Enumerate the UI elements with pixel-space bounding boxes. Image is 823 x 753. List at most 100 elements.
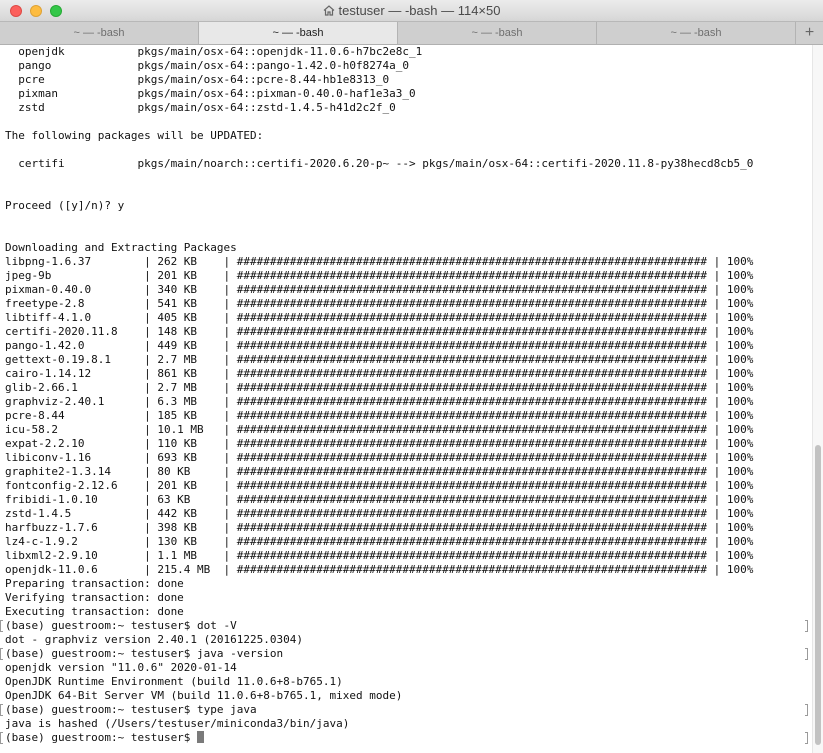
terminal-line-text: openjdk version "11.0.6" 2020-01-14 xyxy=(5,661,237,674)
terminal-line-text: The following packages will be UPDATED: xyxy=(5,129,264,142)
terminal-line-text: harfbuzz-1.7.6 | 398 KB | ##############… xyxy=(5,521,754,534)
terminal-line: pcre pkgs/main/osx-64::pcre-8.44-hb1e831… xyxy=(5,73,812,87)
terminal-line-text: graphite2-1.3.14 | 80 KB | #############… xyxy=(5,465,754,478)
text-cursor xyxy=(197,731,205,743)
terminal-line: graphviz-2.40.1 | 6.3 MB | #############… xyxy=(5,395,812,409)
prompt-mark-end xyxy=(805,648,808,660)
terminal-line-text: certifi pkgs/main/noarch::certifi-2020.6… xyxy=(5,157,754,170)
terminal-line-text: Proceed ([y]/n)? y xyxy=(5,199,125,212)
terminal-line: pixman-0.40.0 | 340 KB | ###############… xyxy=(5,283,812,297)
terminal-line-text: Downloading and Extracting Packages xyxy=(5,241,237,254)
terminal-line-text: libpng-1.6.37 | 262 KB | ###############… xyxy=(5,255,754,268)
terminal-line-text: pango pkgs/main/osx-64::pango-1.42.0-h0f… xyxy=(5,59,409,72)
terminal-line-text: icu-58.2 | 10.1 MB | ###################… xyxy=(5,423,754,436)
prompt-mark xyxy=(0,648,3,660)
terminal-line: libxml2-2.9.10 | 1.1 MB | ##############… xyxy=(5,549,812,563)
terminal-line-text: (base) guestroom:~ testuser$ type java xyxy=(5,703,257,716)
window-title-text: testuser — -bash — 114×50 xyxy=(338,3,501,18)
terminal-line: certifi pkgs/main/noarch::certifi-2020.6… xyxy=(5,157,812,171)
tab-bash-2[interactable]: ~ — -bash xyxy=(199,22,398,44)
terminal-line-text: freetype-2.8 | 541 KB | ################… xyxy=(5,297,754,310)
terminal-line: graphite2-1.3.14 | 80 KB | #############… xyxy=(5,465,812,479)
terminal-line-text: pixman pkgs/main/osx-64::pixman-0.40.0-h… xyxy=(5,87,416,100)
terminal-line: Verifying transaction: done xyxy=(5,591,812,605)
terminal-line: glib-2.66.1 | 2.7 MB | #################… xyxy=(5,381,812,395)
terminal-line-text: fontconfig-2.12.6 | 201 KB | ###########… xyxy=(5,479,754,492)
terminal-line: expat-2.2.10 | 110 KB | ################… xyxy=(5,437,812,451)
prompt-mark xyxy=(0,732,3,744)
scrollbar[interactable] xyxy=(812,45,823,753)
terminal-line-text: (base) guestroom:~ testuser$ java -versi… xyxy=(5,647,284,660)
terminal-line-text: openjdk pkgs/main/osx-64::openjdk-11.0.6… xyxy=(5,45,423,58)
terminal-line-text: (base) guestroom:~ testuser$ xyxy=(5,731,198,744)
terminal-line-text: gettext-0.19.8.1 | 2.7 MB | ############… xyxy=(5,353,754,366)
terminal-line-text: certifi-2020.11.8 | 148 KB | ###########… xyxy=(5,325,754,338)
terminal-line: (base) guestroom:~ testuser$ type java xyxy=(0,703,812,717)
prompt-mark xyxy=(0,704,3,716)
terminal-line-text: libiconv-1.16 | 693 KB | ###############… xyxy=(5,451,754,464)
tab-bash-1[interactable]: ~ — -bash xyxy=(0,22,199,44)
terminal-line-text: Verifying transaction: done xyxy=(5,591,184,604)
terminal-line: openjdk version "11.0.6" 2020-01-14 xyxy=(5,661,812,675)
terminal-line: libiconv-1.16 | 693 KB | ###############… xyxy=(5,451,812,465)
terminal-line: (base) guestroom:~ testuser$ xyxy=(0,731,812,745)
terminal-line-text: pcre pkgs/main/osx-64::pcre-8.44-hb1e831… xyxy=(5,73,390,86)
new-tab-button[interactable]: + xyxy=(796,22,823,44)
terminal-line-text: cairo-1.14.12 | 861 KB | ###############… xyxy=(5,367,754,380)
terminal-line-text: java is hashed (/Users/testuser/minicond… xyxy=(5,717,350,730)
terminal-line: fribidi-1.0.10 | 63 KB | ###############… xyxy=(5,493,812,507)
terminal-line: libpng-1.6.37 | 262 KB | ###############… xyxy=(5,255,812,269)
terminal-line-text: openjdk-11.0.6 | 215.4 MB | ############… xyxy=(5,563,754,576)
terminal-line: gettext-0.19.8.1 | 2.7 MB | ############… xyxy=(5,353,812,367)
terminal-line: jpeg-9b | 201 KB | #####################… xyxy=(5,269,812,283)
terminal-line: Downloading and Extracting Packages xyxy=(5,241,812,255)
terminal-line: pango pkgs/main/osx-64::pango-1.42.0-h0f… xyxy=(5,59,812,73)
terminal-line: (base) guestroom:~ testuser$ java -versi… xyxy=(0,647,812,661)
terminal-line: pcre-8.44 | 185 KB | ###################… xyxy=(5,409,812,423)
terminal-line-text: Executing transaction: done xyxy=(5,605,184,618)
terminal-line: lz4-c-1.9.2 | 130 KB | #################… xyxy=(5,535,812,549)
terminal-line: The following packages will be UPDATED: xyxy=(5,129,812,143)
terminal-line: fontconfig-2.12.6 | 201 KB | ###########… xyxy=(5,479,812,493)
terminal-line-text: libxml2-2.9.10 | 1.1 MB | ##############… xyxy=(5,549,754,562)
terminal-line: icu-58.2 | 10.1 MB | ###################… xyxy=(5,423,812,437)
prompt-mark xyxy=(0,620,3,632)
terminal-line: libtiff-4.1.0 | 405 KB | ###############… xyxy=(5,311,812,325)
terminal-line: openjdk-11.0.6 | 215.4 MB | ############… xyxy=(5,563,812,577)
terminal-line-text: glib-2.66.1 | 2.7 MB | #################… xyxy=(5,381,754,394)
terminal-line-text: libtiff-4.1.0 | 405 KB | ###############… xyxy=(5,311,754,324)
terminal-line: dot - graphviz version 2.40.1 (20161225.… xyxy=(5,633,812,647)
terminal-line: Preparing transaction: done xyxy=(5,577,812,591)
prompt-mark-end xyxy=(805,620,808,632)
terminal-line-text: fribidi-1.0.10 | 63 KB | ###############… xyxy=(5,493,754,506)
prompt-mark-end xyxy=(805,732,808,744)
tab-bash-3[interactable]: ~ — -bash xyxy=(398,22,597,44)
terminal-line-text: (base) guestroom:~ testuser$ dot -V xyxy=(5,619,237,632)
terminal-line: cairo-1.14.12 | 861 KB | ###############… xyxy=(5,367,812,381)
terminal-line: zstd pkgs/main/osx-64::zstd-1.4.5-h41d2c… xyxy=(5,101,812,115)
window-title: testuser — -bash — 114×50 xyxy=(0,3,823,18)
terminal-line: Proceed ([y]/n)? y xyxy=(5,199,812,213)
scrollbar-thumb[interactable] xyxy=(815,445,821,745)
terminal-line: pango-1.42.0 | 449 KB | ################… xyxy=(5,339,812,353)
tab-bash-4[interactable]: ~ — -bash xyxy=(597,22,796,44)
terminal-line-text: lz4-c-1.9.2 | 130 KB | #################… xyxy=(5,535,754,548)
terminal-line: (base) guestroom:~ testuser$ dot -V xyxy=(0,619,812,633)
terminal-line-text: zstd pkgs/main/osx-64::zstd-1.4.5-h41d2c… xyxy=(5,101,396,114)
terminal-output[interactable]: openjdk pkgs/main/osx-64::openjdk-11.0.6… xyxy=(0,45,812,753)
terminal-line-text: pcre-8.44 | 185 KB | ###################… xyxy=(5,409,754,422)
terminal-line: OpenJDK Runtime Environment (build 11.0.… xyxy=(5,675,812,689)
terminal-line: harfbuzz-1.7.6 | 398 KB | ##############… xyxy=(5,521,812,535)
terminal-line-text: pixman-0.40.0 | 340 KB | ###############… xyxy=(5,283,754,296)
window-titlebar[interactable]: testuser — -bash — 114×50 xyxy=(0,0,823,22)
terminal-line: certifi-2020.11.8 | 148 KB | ###########… xyxy=(5,325,812,339)
terminal-line: OpenJDK 64-Bit Server VM (build 11.0.6+8… xyxy=(5,689,812,703)
terminal-line-text: zstd-1.4.5 | 442 KB | ##################… xyxy=(5,507,754,520)
terminal-line-text: Preparing transaction: done xyxy=(5,577,184,590)
terminal-line: openjdk pkgs/main/osx-64::openjdk-11.0.6… xyxy=(5,45,812,59)
